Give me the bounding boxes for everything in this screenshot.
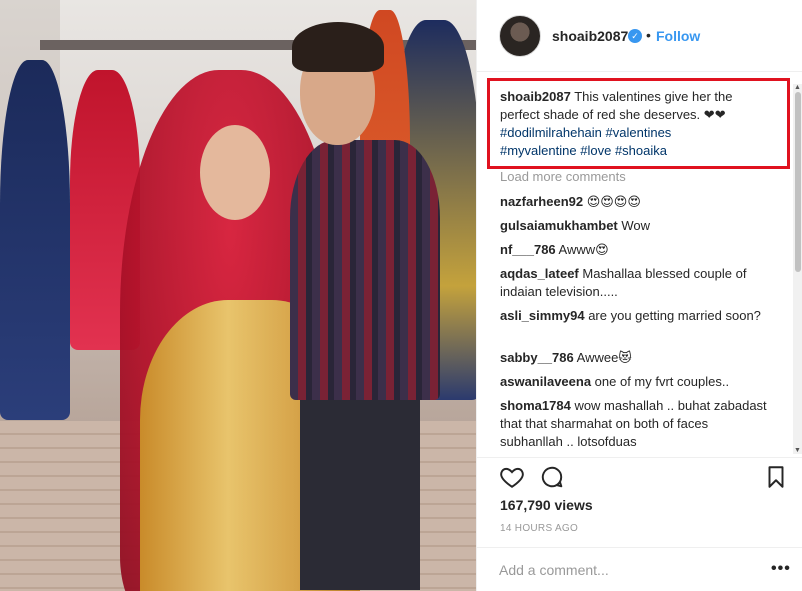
- hashtag-link[interactable]: #valentines: [606, 125, 672, 140]
- post-caption: shoaib2087 This valentines give her the …: [500, 88, 762, 160]
- comment-text: one of my fvrt couples..: [591, 374, 730, 389]
- header-separator: •: [646, 27, 651, 43]
- comment-item: shoma1784 wow mashallah .. buhat zabadas…: [500, 397, 770, 451]
- views-count: 167,790 views: [500, 497, 593, 513]
- comment-item: asli_simmy94 are you getting married soo…: [500, 307, 770, 325]
- man-checked-shirt: [290, 140, 440, 400]
- scrollbar-thumb[interactable]: [795, 92, 801, 272]
- follow-button[interactable]: Follow: [656, 28, 700, 44]
- scroll-down-arrow-icon[interactable]: ▼: [794, 447, 801, 454]
- header-username[interactable]: shoaib2087: [552, 28, 628, 44]
- comment-item: sabby__786 Awwee😻: [500, 349, 770, 367]
- comment-item: nazfarheen92 😍😍😍😍: [500, 193, 770, 211]
- comment-bubble-icon[interactable]: [539, 464, 565, 490]
- caption-username[interactable]: shoaib2087: [500, 89, 571, 104]
- woman-face: [200, 125, 270, 220]
- caption-hearts: ❤❤: [703, 107, 726, 122]
- post-header: shoaib2087 ✓ • Follow: [477, 0, 802, 72]
- comment-item: aqdas_lateef Mashallaa blessed couple of…: [500, 265, 770, 301]
- like-heart-icon[interactable]: [499, 464, 525, 490]
- man-hair: [292, 22, 384, 72]
- verified-badge-icon: ✓: [628, 29, 642, 43]
- comment-username[interactable]: shoma1784: [500, 398, 571, 413]
- man-jeans: [300, 390, 420, 590]
- hashtag-link[interactable]: #myvalentine: [500, 143, 577, 158]
- add-comment-input[interactable]: [499, 560, 749, 580]
- comment-text: are you getting married soon?: [584, 308, 761, 323]
- comment-username[interactable]: asli_simmy94: [500, 308, 585, 323]
- comment-text: Awwee😻: [573, 350, 632, 365]
- add-comment-bar: •••: [477, 547, 802, 591]
- comment-text: Wow: [617, 218, 651, 233]
- post-timestamp[interactable]: 14 HOURS AGO: [500, 523, 578, 534]
- comments-list[interactable]: shoaib2087 This valentines give her the …: [477, 72, 802, 457]
- bookmark-icon[interactable]: [763, 464, 789, 490]
- rack-dress-left: [0, 60, 70, 420]
- load-more-comments-button[interactable]: Load more comments: [500, 169, 626, 184]
- hashtag-link[interactable]: #dodilmilrahehain: [500, 125, 602, 140]
- comment-text: Awww😍: [555, 242, 609, 257]
- comment-username[interactable]: aqdas_lateef: [500, 266, 579, 281]
- comment-username[interactable]: nazfarheen92: [500, 194, 583, 209]
- comment-username[interactable]: nf___786: [500, 242, 556, 257]
- comment-username[interactable]: aswanilaveena: [500, 374, 591, 389]
- comment-text: 😍😍😍😍: [583, 194, 641, 209]
- post-actions: 167,790 views 14 HOURS AGO: [477, 457, 802, 547]
- post-media[interactable]: [0, 0, 476, 591]
- post-sidebar: shoaib2087 ✓ • Follow shoaib2087 This va…: [476, 0, 802, 591]
- comments-scrollbar[interactable]: ▲ ▼: [793, 84, 802, 454]
- comment-username[interactable]: sabby__786: [500, 350, 574, 365]
- comment-item: nf___786 Awww😍: [500, 241, 770, 259]
- more-options-icon[interactable]: •••: [771, 560, 791, 578]
- comment-item: aswanilaveena one of my fvrt couples..: [500, 373, 770, 391]
- hashtag-link[interactable]: #shoaika: [615, 143, 667, 158]
- avatar[interactable]: [499, 15, 541, 57]
- comment-item: gulsaiamukhambet Wow: [500, 217, 770, 235]
- scroll-up-arrow-icon[interactable]: ▲: [794, 84, 801, 91]
- comment-username[interactable]: gulsaiamukhambet: [500, 218, 618, 233]
- hashtag-link[interactable]: #love: [580, 143, 611, 158]
